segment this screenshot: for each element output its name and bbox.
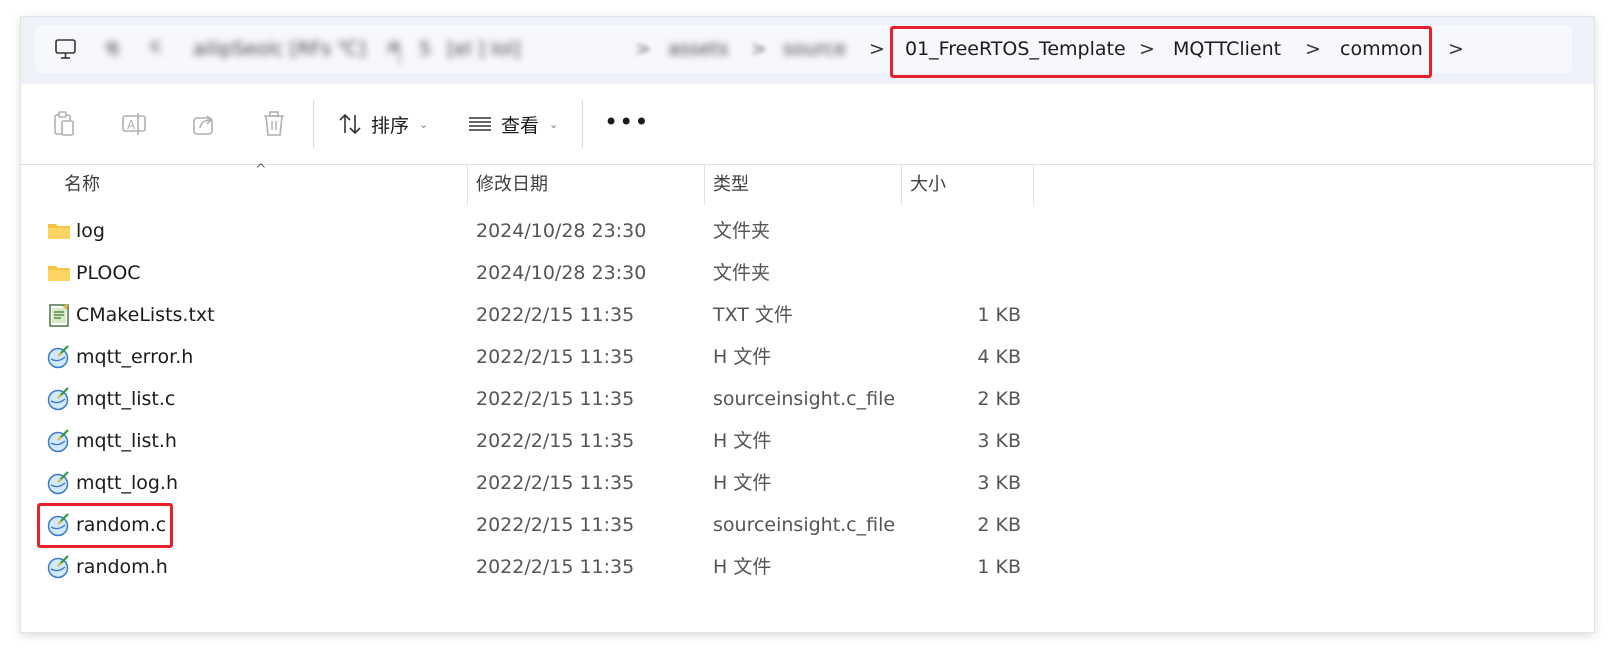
highlight-box-random-c (37, 503, 173, 548)
column-header-size[interactable]: 大小 (910, 165, 946, 205)
column-divider[interactable] (1033, 165, 1034, 205)
file-size: 2 KB (977, 514, 1021, 536)
file-name: log (76, 220, 105, 242)
text-file-icon (49, 304, 69, 327)
file-date: 2022/2/15 11:35 (476, 388, 635, 410)
file-name: random.h (76, 556, 168, 578)
file-name: mqtt_list.h (76, 430, 177, 452)
toolbar-divider (313, 100, 314, 148)
file-size (901, 252, 1021, 294)
svg-text:A: A (127, 118, 136, 132)
highlight-box-path (890, 26, 1432, 78)
file-row-mqtt-list-h[interactable]: mqtt_list.h 2022/2/15 11:35 H 文件 3 KB (21, 420, 1594, 462)
share-icon[interactable] (191, 110, 217, 138)
folder-icon (48, 266, 70, 281)
file-date: 2022/2/15 11:35 (476, 304, 635, 326)
file-date: 2022/2/15 11:35 (476, 346, 635, 368)
column-header-row: ^ 名称 修改日期 类型 大小 (21, 162, 1594, 205)
sort-label: 排序 (371, 114, 410, 137)
file-row-plooc[interactable]: PLOOC 2024/10/28 23:30 文件夹 (21, 252, 1594, 294)
column-header-name[interactable]: 名称 (64, 165, 100, 205)
file-type: sourceinsight.c_file (713, 388, 896, 410)
column-header-date[interactable]: 修改日期 (476, 165, 548, 205)
file-date: 2022/2/15 11:35 (476, 514, 635, 536)
folder-icon (48, 224, 70, 239)
file-size: 4 KB (977, 346, 1021, 368)
breadcrumb-blurred-7[interactable]: assets (668, 37, 728, 61)
file-row-mqtt-error-h[interactable]: mqtt_error.h 2022/2/15 11:35 H 文件 4 KB (21, 336, 1594, 378)
file-row-mqtt-log-h[interactable]: mqtt_log.h 2022/2/15 11:35 H 文件 3 KB (21, 462, 1594, 504)
source-file-icon (47, 471, 69, 495)
column-divider[interactable] (467, 165, 468, 205)
breadcrumb-blurred-8[interactable]: source (783, 37, 846, 61)
column-divider[interactable] (901, 165, 902, 205)
file-row-random-h[interactable]: random.h 2022/2/15 11:35 H 文件 1 KB (21, 546, 1594, 588)
file-size: 3 KB (977, 472, 1021, 494)
file-size (901, 210, 1021, 252)
file-row-random-c[interactable]: random.c 2022/2/15 11:35 sourceinsight.c… (21, 504, 1594, 546)
view-label: 查看 (501, 114, 540, 137)
view-button[interactable]: 查看 ⌄ (467, 110, 558, 138)
view-list-icon (469, 117, 491, 131)
file-row-mqtt-list-c[interactable]: mqtt_list.c 2022/2/15 11:35 sourceinsigh… (21, 378, 1594, 420)
command-bar: A 排序 ⌄ 查看 ⌄ ••• (21, 84, 1594, 165)
file-size: 1 KB (977, 556, 1021, 578)
paste-icon[interactable] (51, 110, 77, 138)
sort-ascending-icon: ^ (255, 162, 267, 178)
breadcrumb-separator: > (635, 38, 651, 60)
chevron-down-icon: ⌄ (419, 117, 429, 131)
breadcrumb-blurred-6[interactable]: [el ] lol] (447, 37, 520, 61)
file-name: mqtt_error.h (76, 346, 194, 368)
file-type: H 文件 (713, 346, 772, 368)
breadcrumb-blurred-5[interactable]: 5 (419, 37, 431, 61)
file-type: H 文件 (713, 430, 772, 452)
file-row-cmakelists[interactable]: CMakeLists.txt 2022/2/15 11:35 TXT 文件 1 … (21, 294, 1594, 336)
toolbar-divider (582, 100, 583, 148)
breadcrumb-blurred-2[interactable]: ང (150, 37, 161, 61)
file-name: mqtt_list.c (76, 388, 176, 410)
file-size: 3 KB (977, 430, 1021, 452)
chevron-down-icon: ⌄ (549, 117, 559, 131)
file-type: 文件夹 (713, 220, 771, 242)
file-type: TXT 文件 (713, 304, 793, 326)
sort-button[interactable]: 排序 ⌄ (337, 110, 428, 138)
breadcrumb-blurred-3[interactable]: ailipSeolc [RFs ℃] (193, 37, 366, 61)
column-header-type[interactable]: 类型 (713, 165, 749, 205)
column-divider[interactable] (704, 165, 705, 205)
sort-icon (339, 113, 361, 135)
source-file-icon (47, 345, 69, 369)
file-date: 2022/2/15 11:35 (476, 430, 635, 452)
file-name: mqtt_log.h (76, 472, 179, 494)
breadcrumb-blurred-4[interactable]: ཞ (387, 37, 400, 61)
delete-icon[interactable] (261, 110, 287, 138)
breadcrumb-blurred-1[interactable]: ཝ (105, 37, 119, 61)
source-file-icon (47, 387, 69, 411)
file-date: 2024/10/28 23:30 (476, 220, 647, 242)
file-row-log[interactable]: log 2024/10/28 23:30 文件夹 (21, 210, 1594, 252)
file-date: 2022/2/15 11:35 (476, 472, 635, 494)
more-options-button[interactable]: ••• (604, 110, 649, 138)
address-area: ཝ ང ailipSeolc [RFs ℃] ཞ 5 [el ] lol] > … (21, 17, 1594, 85)
file-type: 文件夹 (713, 262, 771, 284)
file-explorer-window: ཝ ང ailipSeolc [RFs ℃] ཞ 5 [el ] lol] > … (21, 17, 1594, 632)
breadcrumb-separator[interactable]: > (869, 37, 885, 61)
source-file-icon (47, 429, 69, 453)
file-date: 2024/10/28 23:30 (476, 262, 647, 284)
breadcrumb-expand-chevron[interactable]: > (1448, 37, 1464, 61)
source-file-icon (47, 555, 69, 579)
file-name: PLOOC (76, 262, 141, 284)
file-type: H 文件 (713, 472, 772, 494)
file-size: 2 KB (977, 388, 1021, 410)
this-pc-icon[interactable] (53, 37, 79, 61)
file-date: 2022/2/15 11:35 (476, 556, 635, 578)
file-type: sourceinsight.c_file (713, 514, 896, 536)
file-name: CMakeLists.txt (76, 304, 215, 326)
file-size: 1 KB (977, 304, 1021, 326)
rename-icon[interactable]: A (121, 110, 147, 138)
file-type: H 文件 (713, 556, 772, 578)
breadcrumb-separator: > (751, 38, 767, 60)
